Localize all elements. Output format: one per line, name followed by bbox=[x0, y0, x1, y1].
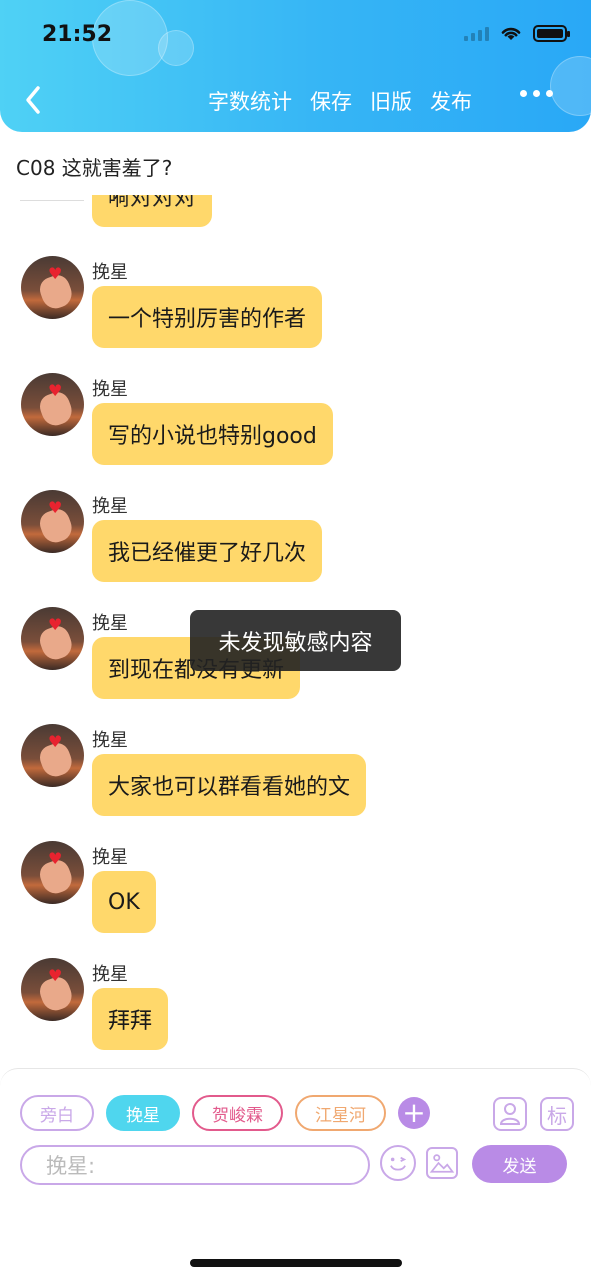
wifi-icon bbox=[501, 27, 521, 40]
list-item: ♥ 挽星 写的小说也特别good bbox=[0, 373, 591, 483]
list-item: ♥ 挽星 OK bbox=[0, 841, 591, 951]
divider bbox=[20, 200, 84, 201]
sender-name: 挽星 bbox=[92, 262, 128, 283]
send-button[interactable]: 发送 bbox=[472, 1145, 567, 1183]
sender-name: 挽星 bbox=[92, 847, 128, 868]
message-bubble[interactable]: 写的小说也特别good bbox=[92, 403, 333, 465]
role-selector: 旁白 挽星 贺峻霖 江星河 + bbox=[20, 1095, 430, 1131]
header-decoration bbox=[158, 30, 194, 66]
tag-icon[interactable]: 标 bbox=[540, 1097, 574, 1131]
message-bubble[interactable]: 我已经催更了好几次 bbox=[92, 520, 323, 582]
message-bubble[interactable]: 一个特别厉害的作者 bbox=[92, 286, 323, 348]
publish-button[interactable]: 发布 bbox=[430, 86, 472, 116]
sender-name: 挽星 bbox=[92, 613, 128, 634]
old-version-button[interactable]: 旧版 bbox=[370, 86, 412, 116]
add-role-icon[interactable]: + bbox=[398, 1097, 430, 1129]
sender-name: 挽星 bbox=[92, 964, 128, 985]
battery-icon bbox=[533, 24, 570, 42]
home-indicator bbox=[190, 1259, 402, 1267]
message-bubble[interactable]: 拜拜 bbox=[92, 988, 169, 1050]
message-input[interactable]: 挽星: bbox=[20, 1145, 370, 1185]
sender-name: 挽星 bbox=[92, 496, 128, 517]
list-item: ♥ 挽星 拜拜 bbox=[0, 958, 591, 1067]
avatar[interactable]: ♥ bbox=[21, 724, 84, 787]
more-icon[interactable] bbox=[520, 90, 553, 97]
role-chip-narration[interactable]: 旁白 bbox=[20, 1095, 94, 1131]
input-row: 挽星: 发送 bbox=[20, 1145, 580, 1185]
list-item: ♥ 挽星 大家也可以群看看她的文 bbox=[0, 724, 591, 834]
composer-panel: 旁白 挽星 贺峻霖 江星河 + 标 挽星: 发送 bbox=[0, 1068, 591, 1280]
status-time: 21:52 bbox=[42, 22, 113, 47]
list-item: ♥ 挽星 我已经催更了好几次 bbox=[0, 490, 591, 600]
toast-message: 未发现敏感内容 bbox=[190, 610, 401, 671]
save-button[interactable]: 保存 bbox=[310, 86, 352, 116]
role-chip-jiang-xinghe[interactable]: 江星河 bbox=[295, 1095, 386, 1131]
header-nav: 字数统计 保存 旧版 发布 bbox=[208, 86, 472, 116]
character-icon[interactable] bbox=[493, 1097, 527, 1131]
avatar[interactable]: ♥ bbox=[21, 256, 84, 319]
header-decoration bbox=[550, 56, 591, 116]
avatar[interactable]: ♥ bbox=[21, 607, 84, 670]
avatar[interactable]: ♥ bbox=[21, 841, 84, 904]
message-bubble[interactable]: 大家也可以群看看她的文 bbox=[92, 754, 367, 816]
image-icon[interactable] bbox=[426, 1147, 458, 1179]
list-item: ♥ 挽星 一个特别厉害的作者 bbox=[0, 256, 591, 366]
avatar[interactable]: ♥ bbox=[21, 490, 84, 553]
avatar[interactable]: ♥ bbox=[21, 958, 84, 1021]
role-chip-wanxing[interactable]: 挽星 bbox=[106, 1095, 180, 1131]
message-bubble[interactable]: OK bbox=[92, 871, 156, 933]
person-icon bbox=[499, 1103, 521, 1125]
word-count-button[interactable]: 字数统计 bbox=[208, 86, 292, 116]
sender-name: 挽星 bbox=[92, 379, 128, 400]
chapter-title: C08 这就害羞了? bbox=[16, 156, 173, 180]
avatar[interactable]: ♥ bbox=[21, 373, 84, 436]
back-icon[interactable] bbox=[18, 80, 50, 120]
role-chip-he-junlin[interactable]: 贺峻霖 bbox=[192, 1095, 283, 1131]
signal-icon bbox=[464, 25, 489, 41]
message-bubble[interactable]: 嗬对对对 bbox=[92, 195, 213, 227]
app-header: 21:52 字数统计 保存 旧版 发布 bbox=[0, 0, 591, 132]
sender-name: 挽星 bbox=[92, 730, 128, 751]
emoji-icon[interactable] bbox=[380, 1145, 416, 1181]
status-icons bbox=[464, 24, 570, 42]
